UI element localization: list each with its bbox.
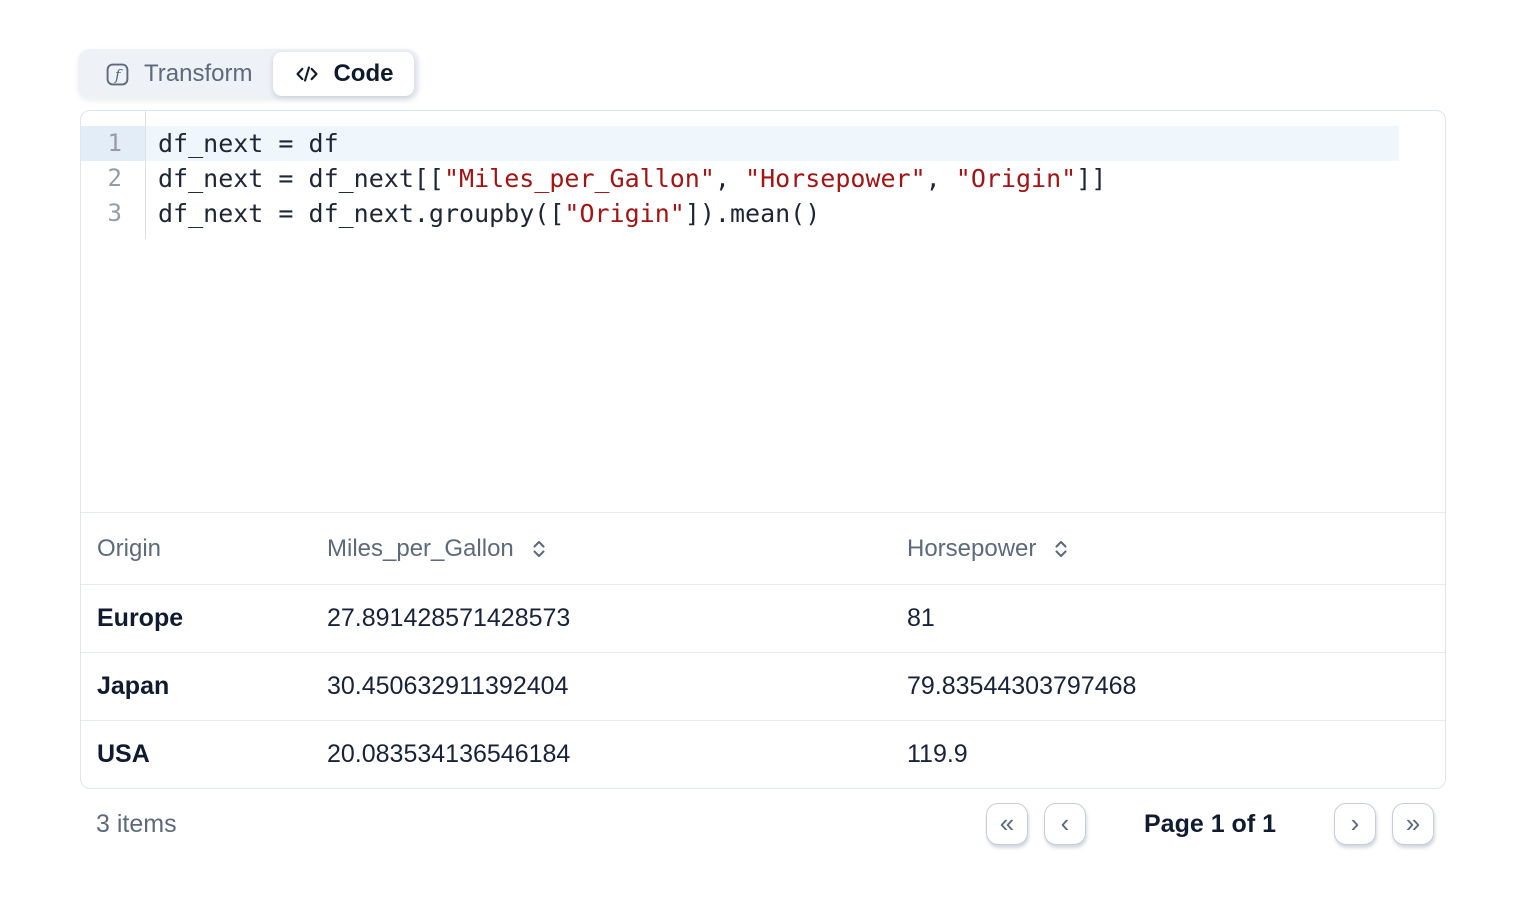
code-editor-content: 1 df_next = df 2 df_next = df_next[["Mil…	[81, 111, 1445, 239]
previous-page-button[interactable]: ‹	[1044, 803, 1086, 845]
code-text: df_next = df_next[["Miles_per_Gallon", "…	[145, 161, 1399, 196]
code-text: df_next = df	[145, 126, 1399, 161]
code-editor[interactable]: 1 df_next = df 2 df_next = df_next[["Mil…	[81, 111, 1445, 513]
miles-per-gallon-cell: 20.083534136546184	[311, 721, 891, 789]
table-row: Japan 30.450632911392404 79.835443037974…	[81, 653, 1445, 721]
horsepower-cell: 119.9	[891, 721, 1445, 789]
tab-transform[interactable]: f Transform	[83, 52, 273, 96]
code-line: 3 df_next = df_next.groupby(["Origin"]).…	[81, 196, 1445, 231]
string-token: "Horsepower"	[745, 164, 926, 193]
code-text: df_next = df_next.groupby(["Origin"]).me…	[145, 196, 1399, 231]
next-page-button[interactable]: ›	[1334, 803, 1376, 845]
column-header-miles-per-gallon[interactable]: Miles_per_Gallon	[311, 513, 891, 585]
miles-per-gallon-cell: 27.891428571428573	[311, 585, 891, 653]
result-table: Origin Miles_per_Gallon	[81, 513, 1445, 788]
origin-cell: Japan	[81, 653, 311, 721]
pagination: « ‹ Page 1 of 1 › »	[986, 803, 1434, 845]
column-header-label: Origin	[97, 535, 161, 563]
sort-arrows-icon[interactable]	[1051, 537, 1071, 561]
line-number: 2	[81, 161, 145, 196]
string-token: "Origin"	[564, 199, 684, 228]
code-token: df_next = df_next[[	[158, 164, 444, 193]
column-header-origin: Origin	[81, 513, 311, 585]
column-header-label: Miles_per_Gallon	[327, 535, 514, 563]
origin-cell: USA	[81, 721, 311, 789]
horsepower-cell: 79.83544303797468	[891, 653, 1445, 721]
line-number: 3	[81, 196, 145, 231]
page-indicator: Page 1 of 1	[1144, 810, 1276, 839]
chevron-right-icon: ›	[1351, 810, 1360, 836]
code-token: df_next = df_next.groupby([	[158, 199, 564, 228]
code-token: ,	[926, 164, 956, 193]
table-row: USA 20.083534136546184 119.9	[81, 721, 1445, 789]
table-header-row: Origin Miles_per_Gallon	[81, 513, 1445, 585]
items-count: 3 items	[96, 810, 986, 839]
column-header-label: Horsepower	[907, 535, 1036, 563]
last-page-button[interactable]: »	[1392, 803, 1434, 845]
code-token: df_next = df	[158, 129, 339, 158]
double-chevron-left-icon: «	[1000, 810, 1014, 836]
view-tab-group: f Transform Code	[78, 49, 419, 99]
code-token: ]]	[1076, 164, 1106, 193]
column-header-horsepower[interactable]: Horsepower	[891, 513, 1445, 585]
code-line: 2 df_next = df_next[["Miles_per_Gallon",…	[81, 161, 1445, 196]
code-brackets-icon	[294, 61, 320, 87]
chevron-left-icon: ‹	[1061, 810, 1070, 836]
function-icon: f	[104, 61, 131, 88]
origin-cell: Europe	[81, 585, 311, 653]
code-token: ,	[715, 164, 745, 193]
code-token: ]).mean()	[685, 199, 820, 228]
code-line: 1 df_next = df	[81, 126, 1445, 161]
line-number: 1	[81, 126, 145, 161]
miles-per-gallon-cell: 30.450632911392404	[311, 653, 891, 721]
svg-text:f: f	[114, 65, 123, 83]
sort-arrows-icon[interactable]	[529, 537, 549, 561]
tab-code-label: Code	[333, 60, 393, 88]
tab-transform-label: Transform	[144, 60, 252, 88]
string-token: "Miles_per_Gallon"	[444, 164, 715, 193]
transform-panel: 1 df_next = df 2 df_next = df_next[["Mil…	[80, 110, 1446, 789]
first-page-button[interactable]: «	[986, 803, 1028, 845]
tab-code[interactable]: Code	[273, 52, 414, 96]
double-chevron-right-icon: »	[1406, 810, 1420, 836]
table-row: Europe 27.891428571428573 81	[81, 585, 1445, 653]
table-footer: 3 items « ‹ Page 1 of 1 › »	[80, 792, 1446, 856]
string-token: "Origin"	[956, 164, 1076, 193]
horsepower-cell: 81	[891, 585, 1445, 653]
